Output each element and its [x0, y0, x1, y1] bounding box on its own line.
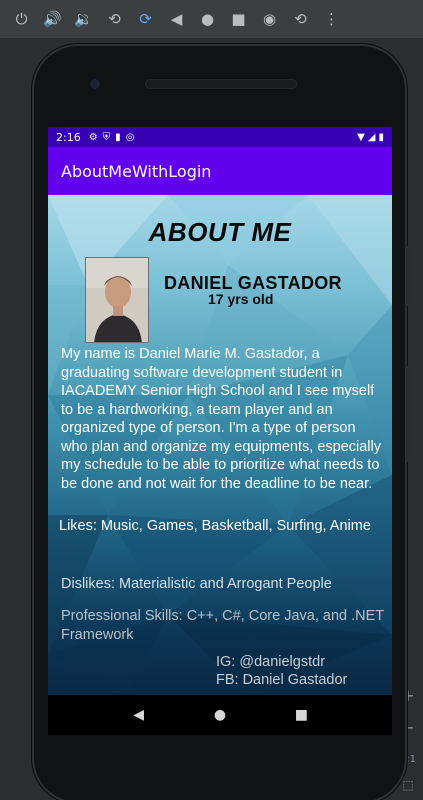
rotate-right-icon[interactable]: ⟳: [130, 4, 161, 34]
rotate-left-icon[interactable]: ⟲: [99, 4, 130, 34]
back-icon[interactable]: ◀: [161, 4, 192, 34]
system-nav-bar: ◀ ● ■: [48, 695, 392, 735]
earpiece-speaker: [145, 79, 297, 89]
storage-notification-icon: ▮: [115, 131, 121, 143]
sync-notification-icon: ◎: [125, 131, 135, 143]
volume-up-icon[interactable]: 🔊: [37, 4, 68, 34]
about-me-heading: ABOUT ME: [148, 217, 292, 247]
device-screen: 2:16 ⚙ ⛨ ▮ ◎ ▼ ◢ ▮ AboutMeWithLogin ABOU…: [48, 127, 392, 735]
signal-icon: ◢: [367, 131, 376, 143]
status-time: 2:16: [56, 130, 81, 144]
more-icon[interactable]: ⋮: [316, 4, 347, 34]
device-power-button[interactable]: [406, 246, 410, 306]
profile-age: 17 yrs old: [208, 291, 274, 307]
settings-notification-icon: ⚙: [88, 131, 98, 143]
nav-recents-button[interactable]: ■: [286, 707, 316, 723]
power-icon[interactable]: ⏻: [6, 4, 37, 34]
emulator-toolbar: ⏻ 🔊 🔉 ⟲ ⟳ ◀ ● ■ ◉ ⟲ ⋮: [0, 0, 423, 38]
front-camera-icon: [87, 76, 103, 92]
wifi-icon: ▼: [357, 131, 365, 143]
profile-socials: IG: @danielgstdr FB: Daniel Gastador: [216, 653, 392, 689]
snapshot-icon[interactable]: ⟲: [285, 4, 316, 34]
profile-bio: My name is Daniel Marie M. Gastador, a g…: [61, 346, 381, 492]
volume-down-icon[interactable]: 🔉: [68, 4, 99, 34]
nav-back-button[interactable]: ◀: [124, 707, 154, 723]
app-bar: AboutMeWithLogin: [48, 147, 392, 195]
status-bar: 2:16 ⚙ ⛨ ▮ ◎ ▼ ◢ ▮: [48, 127, 392, 147]
camera-icon[interactable]: ◉: [254, 4, 285, 34]
home-icon[interactable]: ●: [192, 4, 223, 34]
device-volume-button[interactable]: [406, 366, 410, 462]
shield-notification-icon: ⛨: [102, 131, 111, 143]
overview-icon[interactable]: ■: [223, 4, 254, 34]
app-title: AboutMeWithLogin: [61, 161, 212, 181]
nav-home-button[interactable]: ●: [205, 707, 235, 723]
facebook-handle: FB: Daniel Gastador: [216, 672, 348, 688]
profile-likes: Likes: Music, Games, Basketball, Surfing…: [59, 518, 371, 534]
about-me-content[interactable]: ABOUT ME DANIEL GASTADOR 17 yrs old My n…: [48, 195, 392, 695]
battery-icon: ▮: [378, 131, 384, 143]
profile-dislikes: Dislikes: Materialistic and Arrogant Peo…: [61, 576, 332, 592]
instagram-handle: IG: @danielgstdr: [216, 654, 326, 670]
profile-skills: Professional Skills: C++, C#, Core Java,…: [61, 608, 384, 643]
profile-photo: [85, 257, 149, 343]
